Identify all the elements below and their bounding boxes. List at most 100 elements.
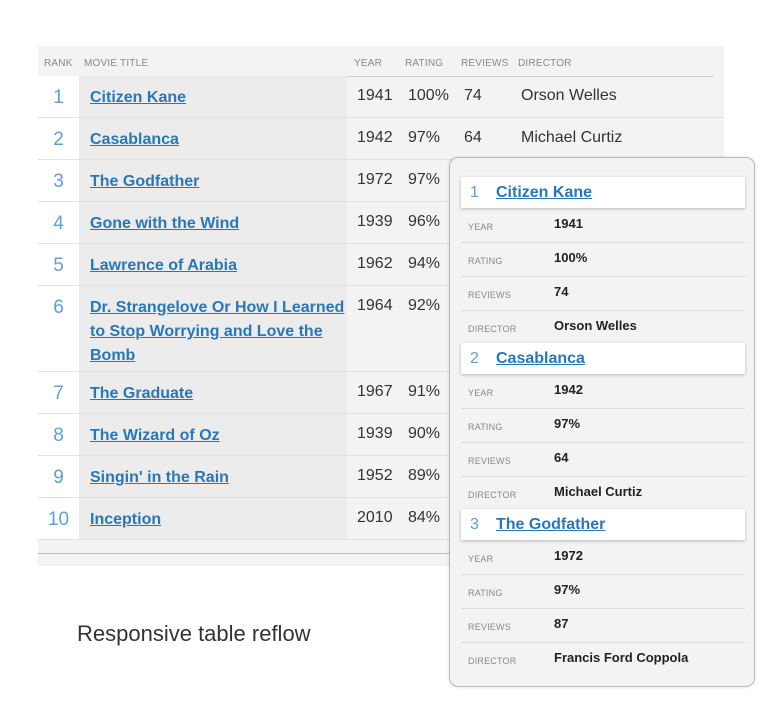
movie-title-link[interactable]: The Graduate (90, 382, 346, 406)
movie-title-link[interactable]: Citizen Kane (90, 86, 346, 110)
rating-cell: 100% (408, 87, 449, 104)
header-director: DIRECTOR (518, 58, 572, 69)
value-rating: 100% (554, 250, 588, 265)
movie-title-link[interactable]: Casablanca (90, 128, 346, 152)
value-director: Francis Ford Coppola (554, 650, 689, 665)
header-year: YEAR (354, 58, 383, 69)
rating-cell: 89% (408, 467, 441, 484)
rating-cell: 96% (408, 213, 441, 230)
card-rank: 1 (470, 184, 479, 201)
card-row-reviews: REVIEWS 64 (461, 443, 745, 477)
card-rank: 2 (470, 350, 479, 367)
rank-number: 4 (53, 213, 64, 234)
card-header: 2 Casablanca (461, 343, 745, 374)
movie-title-link[interactable]: Dr. Strangelove Or How I Learned to Stop… (90, 296, 346, 368)
table-row: 2 Casablanca 1942 97% 64 Michael Curtiz (38, 118, 724, 160)
card-rank: 3 (470, 516, 479, 533)
year-cell: 1939 (357, 213, 393, 230)
header-reviews: REVIEWS (461, 58, 509, 69)
value-year: 1942 (554, 382, 583, 397)
card-header: 3 The Godfather (461, 509, 745, 540)
rank-number: 6 (53, 297, 64, 318)
label-rating: RATING (468, 588, 503, 598)
header-rating: RATING (405, 58, 444, 69)
label-rating: RATING (468, 256, 503, 266)
year-cell: 1967 (357, 383, 393, 400)
table-row: 1 Citizen Kane 1941 100% 74 Orson Welles (38, 76, 724, 118)
rank-number: 5 (53, 255, 64, 276)
director-cell: Michael Curtiz (521, 129, 623, 146)
value-reviews: 64 (554, 450, 569, 465)
card-title-link[interactable]: Casablanca (496, 350, 585, 368)
rating-cell: 84% (408, 509, 441, 526)
year-cell: 2010 (357, 509, 393, 526)
header-rank: RANK (44, 58, 73, 69)
rank-number: 8 (53, 425, 64, 446)
rating-cell: 91% (408, 383, 441, 400)
rank-number: 10 (47, 509, 70, 530)
label-director: DIRECTOR (468, 324, 517, 334)
label-reviews: REVIEWS (468, 622, 511, 632)
mobile-reflow-panel: 1 Citizen Kane YEAR 1941 RATING 100% REV… (449, 157, 755, 687)
movie-title-link[interactable]: Inception (90, 508, 346, 532)
value-reviews: 74 (554, 284, 569, 299)
rating-cell: 97% (408, 129, 441, 146)
card-row-reviews: REVIEWS 87 (461, 609, 745, 643)
card-row-director: DIRECTOR Michael Curtiz (461, 477, 745, 510)
rank-number: 7 (53, 383, 64, 404)
reviews-cell: 64 (464, 129, 482, 146)
rating-cell: 90% (408, 425, 441, 442)
rating-cell: 94% (408, 255, 441, 272)
year-cell: 1972 (357, 171, 393, 188)
movie-title-link[interactable]: Singin' in the Rain (90, 466, 346, 490)
label-reviews: REVIEWS (468, 290, 511, 300)
director-cell: Orson Welles (521, 87, 617, 104)
card-title-link[interactable]: The Godfather (496, 516, 605, 534)
rating-cell: 92% (408, 297, 441, 314)
value-rating: 97% (554, 416, 581, 431)
value-director: Michael Curtiz (554, 484, 643, 499)
year-cell: 1952 (357, 467, 393, 484)
label-rating: RATING (468, 422, 503, 432)
year-cell: 1962 (357, 255, 393, 272)
label-reviews: REVIEWS (468, 456, 511, 466)
card-row-rating: RATING 100% (461, 243, 745, 277)
card-header: 1 Citizen Kane (461, 177, 745, 208)
value-year: 1972 (554, 548, 583, 563)
movie-title-link[interactable]: Lawrence of Arabia (90, 254, 346, 278)
card-row-year: YEAR 1972 (461, 541, 745, 575)
reviews-cell: 74 (464, 87, 482, 104)
rating-cell: 97% (408, 171, 441, 188)
table-header: RANK MOVIE TITLE YEAR RATING REVIEWS DIR… (38, 46, 714, 77)
card-row-director: DIRECTOR Orson Welles (461, 311, 745, 344)
movie-title-link[interactable]: Gone with the Wind (90, 212, 346, 236)
value-year: 1941 (554, 216, 583, 231)
movie-title-link[interactable]: The Godfather (90, 170, 346, 194)
card-title-link[interactable]: Citizen Kane (496, 184, 592, 202)
rank-number: 3 (53, 171, 64, 192)
card-row-rating: RATING 97% (461, 575, 745, 609)
card-row-director: DIRECTOR Francis Ford Coppola (461, 643, 745, 676)
movie-title-link[interactable]: The Wizard of Oz (90, 424, 346, 448)
value-reviews: 87 (554, 616, 569, 631)
value-rating: 97% (554, 582, 581, 597)
card-row-year: YEAR 1942 (461, 375, 745, 409)
rank-number: 2 (53, 129, 64, 150)
card-row-year: YEAR 1941 (461, 209, 745, 243)
year-cell: 1942 (357, 129, 393, 146)
label-year: YEAR (468, 388, 494, 398)
rank-number: 9 (53, 467, 64, 488)
header-movie-title: MOVIE TITLE (84, 58, 149, 69)
label-director: DIRECTOR (468, 656, 517, 666)
label-year: YEAR (468, 222, 494, 232)
label-year: YEAR (468, 554, 494, 564)
year-cell: 1964 (357, 297, 393, 314)
caption: Responsive table reflow (77, 621, 311, 646)
card-row-reviews: REVIEWS 74 (461, 277, 745, 311)
card-row-rating: RATING 97% (461, 409, 745, 443)
value-director: Orson Welles (554, 318, 637, 333)
label-director: DIRECTOR (468, 490, 517, 500)
year-cell: 1941 (357, 87, 393, 104)
year-cell: 1939 (357, 425, 393, 442)
rank-number: 1 (53, 87, 64, 108)
